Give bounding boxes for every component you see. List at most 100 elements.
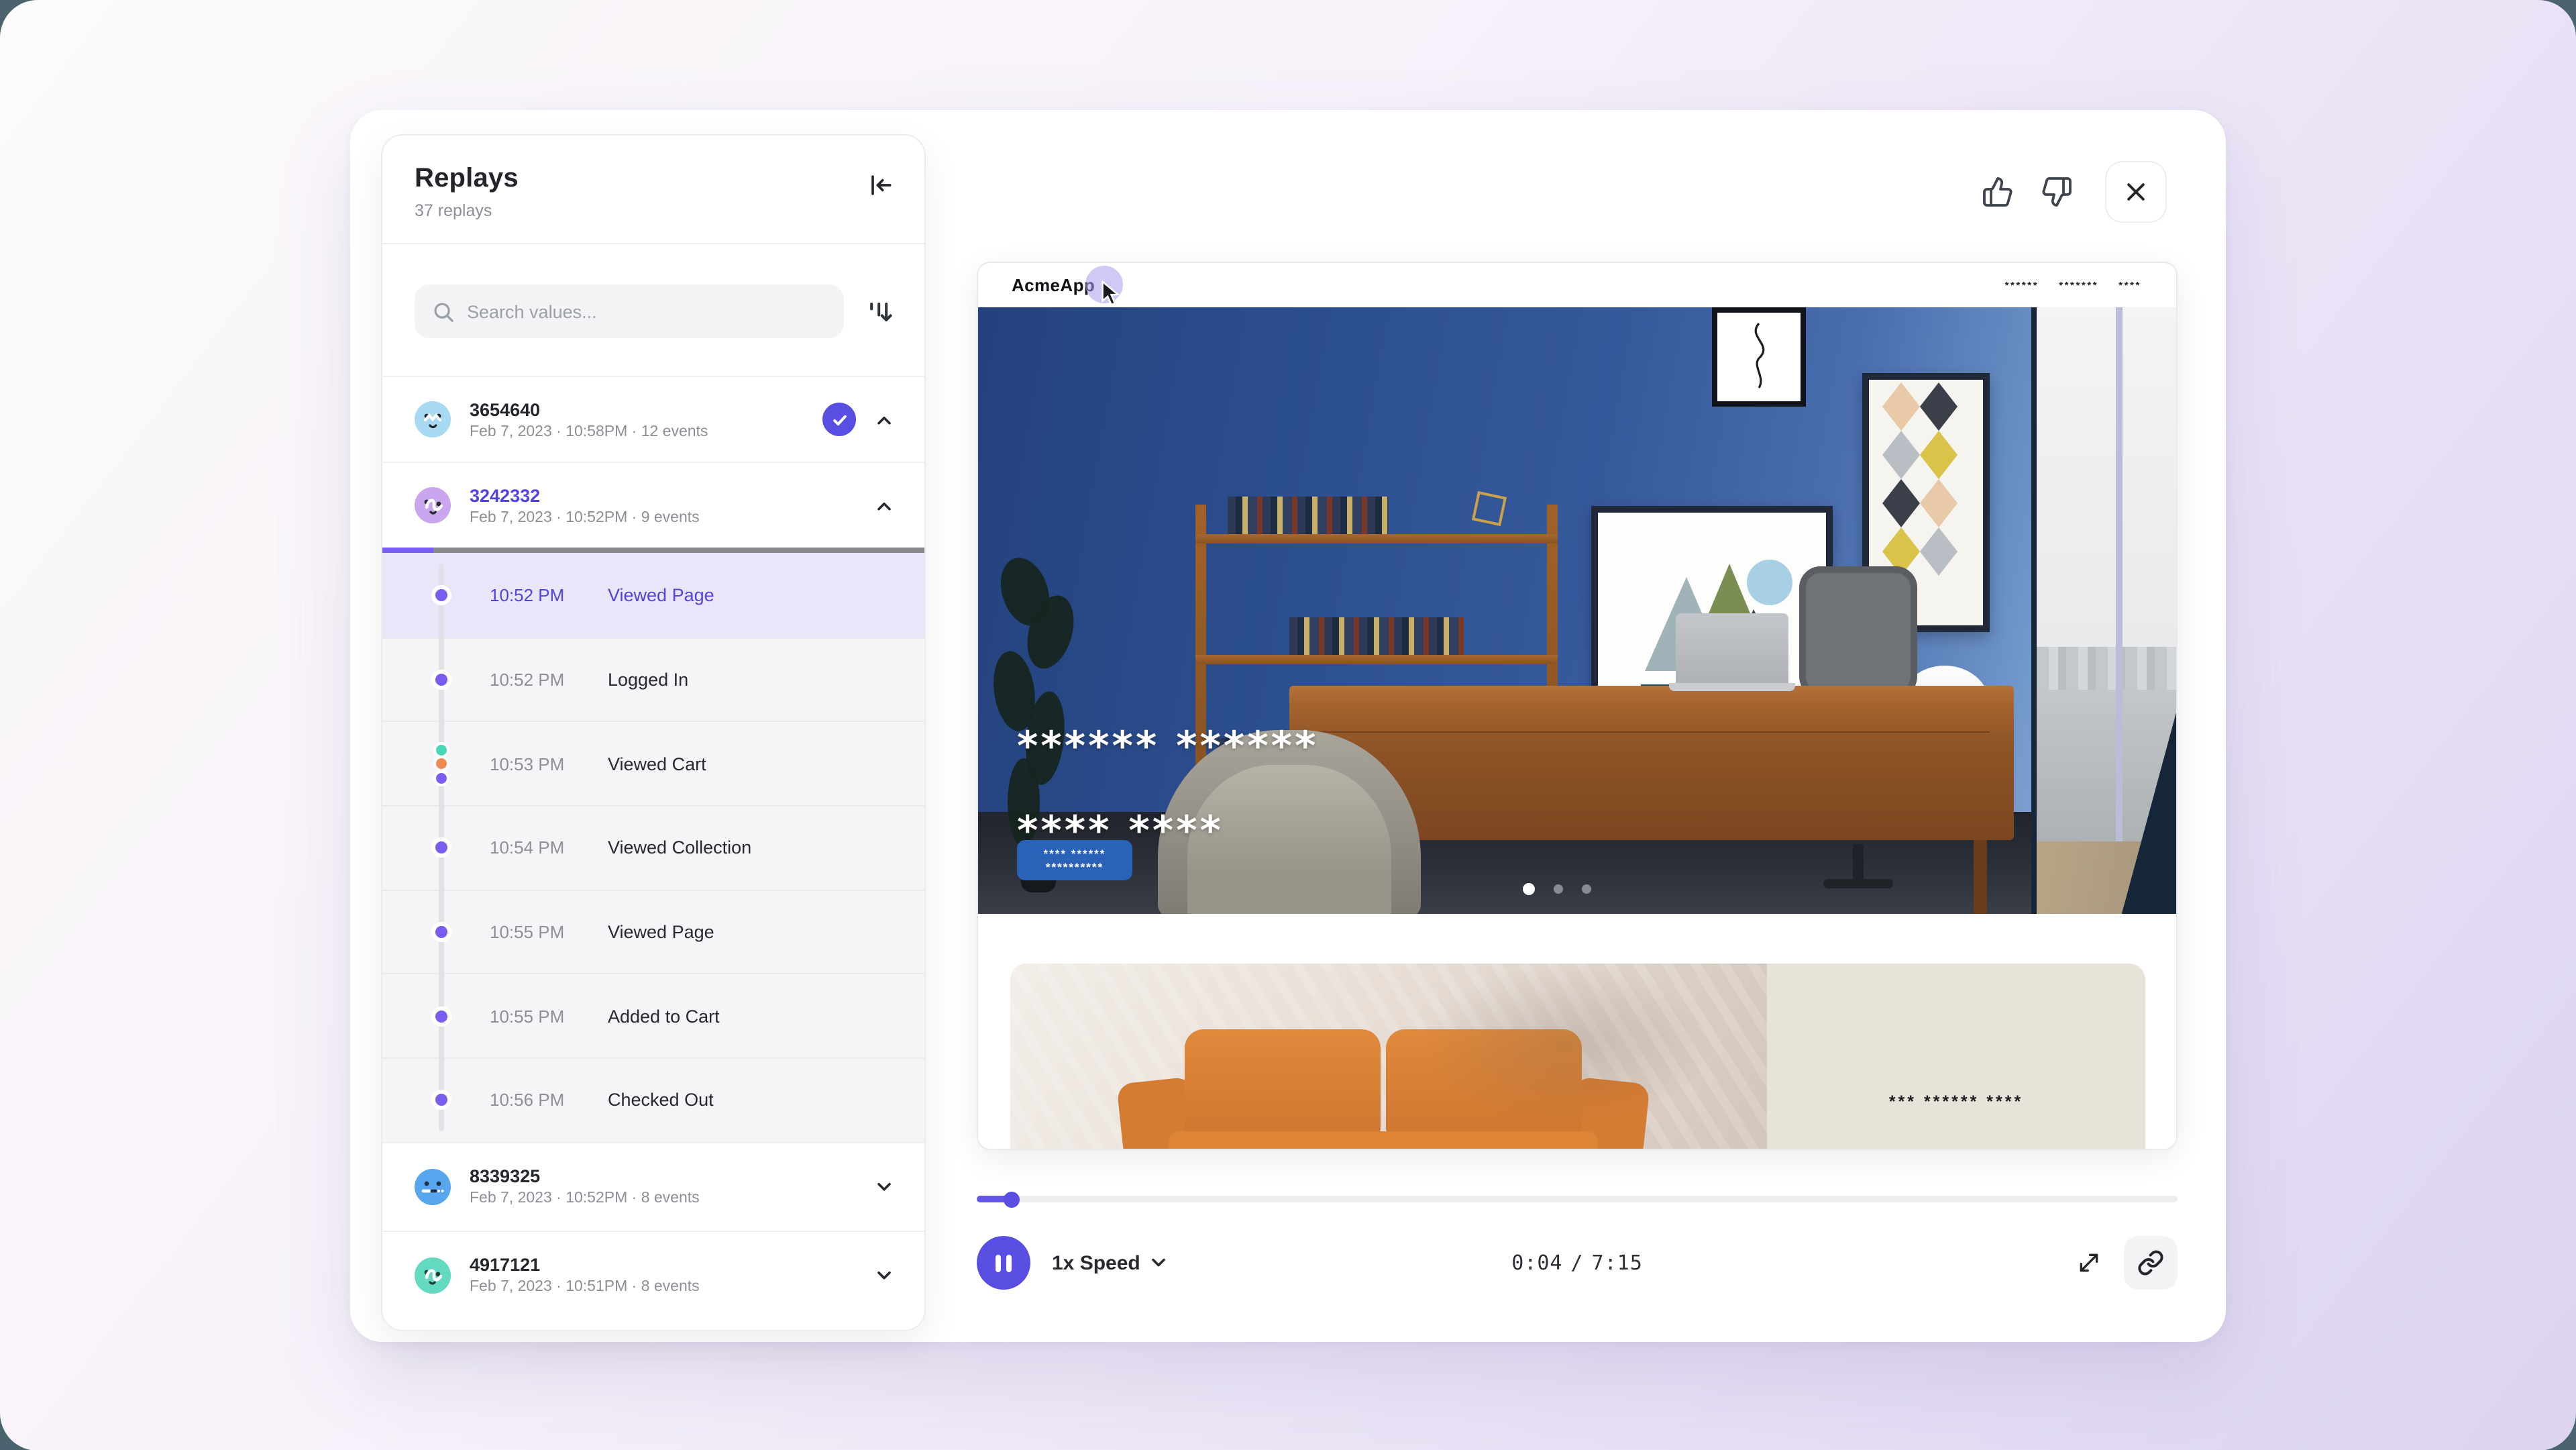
page-title: Replays <box>415 164 892 195</box>
carousel-dot-active[interactable] <box>1523 883 1535 895</box>
event-name: Checked Out <box>608 1090 714 1110</box>
hero-photo-laptop <box>1676 613 1795 691</box>
time-separator: / <box>1570 1251 1583 1275</box>
sort-button[interactable] <box>863 294 898 329</box>
event-time: 10:56 PM <box>490 1090 608 1110</box>
event-row[interactable]: 10:55 PM Added to Cart <box>382 974 924 1057</box>
event-name: Logged In <box>608 670 688 690</box>
chevron-up-icon[interactable] <box>873 495 895 516</box>
hero-photo-window <box>2031 307 2176 914</box>
playback-progress-thumb[interactable] <box>1004 1191 1020 1207</box>
replay-count: 37 replays <box>415 201 892 220</box>
replay-stage: AcmeApp ****** ******* **** <box>977 262 2178 1150</box>
player-controls: 1x Speed 0:04/7:15 <box>977 1232 2178 1294</box>
search-icon <box>432 300 455 323</box>
session-avatar <box>415 487 451 523</box>
session-id: 4917121 <box>470 1255 700 1276</box>
cursor-icon <box>1099 280 1122 306</box>
search-row: Search values... <box>382 244 924 376</box>
speed-dropdown[interactable]: 1x Speed <box>1052 1251 1166 1274</box>
thumbs-down-button[interactable] <box>2041 176 2073 208</box>
product-card[interactable]: *** ****** **** <box>1010 964 2145 1150</box>
thumbs-up-icon <box>1982 176 2014 208</box>
masked-nav-item: **** <box>2118 279 2141 291</box>
replays-sidebar: Replays 37 replays Search values... <box>381 134 926 1331</box>
product-info-panel: *** ****** **** <box>1767 964 2145 1150</box>
close-icon <box>2124 180 2148 204</box>
duration: 7:15 <box>1592 1251 1643 1275</box>
event-time: 10:52 PM <box>490 670 608 690</box>
session-meta: 3242332 Feb 7, 2023 · 10:52PM · 9 events <box>470 485 700 525</box>
pause-button[interactable] <box>977 1236 1030 1290</box>
session-avatar <box>415 1257 451 1294</box>
carousel-dot[interactable] <box>1554 884 1563 894</box>
session-avatar <box>415 401 451 437</box>
carousel-dots[interactable] <box>1523 883 1591 895</box>
search-input[interactable]: Search values... <box>415 284 844 338</box>
event-dot <box>435 1094 447 1106</box>
event-row[interactable]: 10:55 PM Viewed Page <box>382 890 924 974</box>
chevron-down-icon[interactable] <box>873 1176 895 1198</box>
sidebar-header: Replays 37 replays <box>382 136 924 243</box>
session-subtitle: Feb 7, 2023 · 10:52PM · 8 events <box>470 1191 700 1207</box>
session-meta: 3654640 Feb 7, 2023 · 10:58PM · 12 event… <box>470 399 708 439</box>
copy-link-button[interactable] <box>2124 1236 2178 1290</box>
session-progress-bar[interactable] <box>382 548 924 553</box>
event-dot <box>435 1011 447 1023</box>
event-name: Viewed Page <box>608 922 714 942</box>
pause-icon <box>996 1254 1012 1272</box>
thumbs-down-icon <box>2041 176 2073 208</box>
event-timeline: 10:52 PM Viewed Page 10:52 PM Logged In … <box>382 553 924 1142</box>
event-dot-group <box>436 744 447 783</box>
carousel-dot[interactable] <box>1582 884 1591 894</box>
session-id: 3654640 <box>470 399 708 419</box>
expand-icon <box>2076 1249 2102 1276</box>
session-subtitle: Feb 7, 2023 · 10:51PM · 8 events <box>470 1280 700 1296</box>
playback-progress-bar[interactable] <box>977 1196 2178 1202</box>
speed-label: 1x Speed <box>1052 1251 1140 1274</box>
event-row[interactable]: 10:54 PM Viewed Collection <box>382 805 924 889</box>
session-row-3654640[interactable]: 3654640 Feb 7, 2023 · 10:58PM · 12 event… <box>382 376 924 462</box>
link-icon <box>2137 1249 2164 1276</box>
session-row-4917121[interactable]: 4917121 Feb 7, 2023 · 10:51PM · 8 events <box>382 1231 924 1319</box>
event-row[interactable]: 10:53 PM Viewed Cart <box>382 721 924 805</box>
session-id: 3242332 <box>470 485 700 505</box>
event-dot <box>435 842 447 854</box>
session-id: 8339325 <box>470 1167 700 1187</box>
masked-nav: ****** ******* **** <box>2005 279 2141 291</box>
event-time: 10:53 PM <box>490 754 608 774</box>
event-row[interactable]: 10:52 PM Viewed Page <box>382 553 924 637</box>
collapse-sidebar-button[interactable] <box>863 168 898 203</box>
session-meta: 8339325 Feb 7, 2023 · 10:52PM · 8 events <box>470 1167 700 1207</box>
check-icon <box>830 410 849 429</box>
collapse-left-icon <box>865 170 895 200</box>
session-row-3242332[interactable]: 3242332 Feb 7, 2023 · 10:52PM · 9 events <box>382 462 924 548</box>
event-row[interactable]: 10:52 PM Logged In <box>382 637 924 721</box>
masked-nav-item: ****** <box>2005 279 2039 291</box>
replayed-app-logo: AcmeApp <box>1012 275 1095 295</box>
thumbs-up-button[interactable] <box>1982 176 2014 208</box>
time-display: 0:04/7:15 <box>1511 1251 1643 1275</box>
event-time: 10:52 PM <box>490 585 608 605</box>
event-name: Viewed Collection <box>608 838 751 858</box>
sort-descending-icon <box>865 297 895 326</box>
expand-button[interactable] <box>2076 1249 2102 1276</box>
hero-cta-button[interactable]: **** ****** ********** <box>1017 840 1132 880</box>
masked-product-text: *** ****** **** <box>1889 1092 2023 1111</box>
event-row[interactable]: 10:56 PM Checked Out <box>382 1057 924 1141</box>
stage-lower-section: *** ****** **** <box>978 914 2176 1149</box>
chevron-up-icon[interactable] <box>873 409 895 430</box>
event-name: Viewed Cart <box>608 754 706 774</box>
session-subtitle: Feb 7, 2023 · 10:58PM · 12 events <box>470 423 708 439</box>
hero-photo-chair-base <box>1823 844 1893 898</box>
chevron-down-icon[interactable] <box>873 1265 895 1286</box>
session-row-8339325[interactable]: 8339325 Feb 7, 2023 · 10:52PM · 8 events <box>382 1142 924 1231</box>
event-dot <box>435 589 447 601</box>
event-time: 10:54 PM <box>490 838 608 858</box>
session-avatar <box>415 1169 451 1205</box>
masked-nav-item: ******* <box>2059 279 2098 291</box>
search-placeholder: Search values... <box>467 301 597 321</box>
session-progress-fill <box>382 548 434 553</box>
close-button[interactable] <box>2105 161 2167 223</box>
hero-carousel: ****** ****** **** **** **** ****** ****… <box>978 307 2176 914</box>
